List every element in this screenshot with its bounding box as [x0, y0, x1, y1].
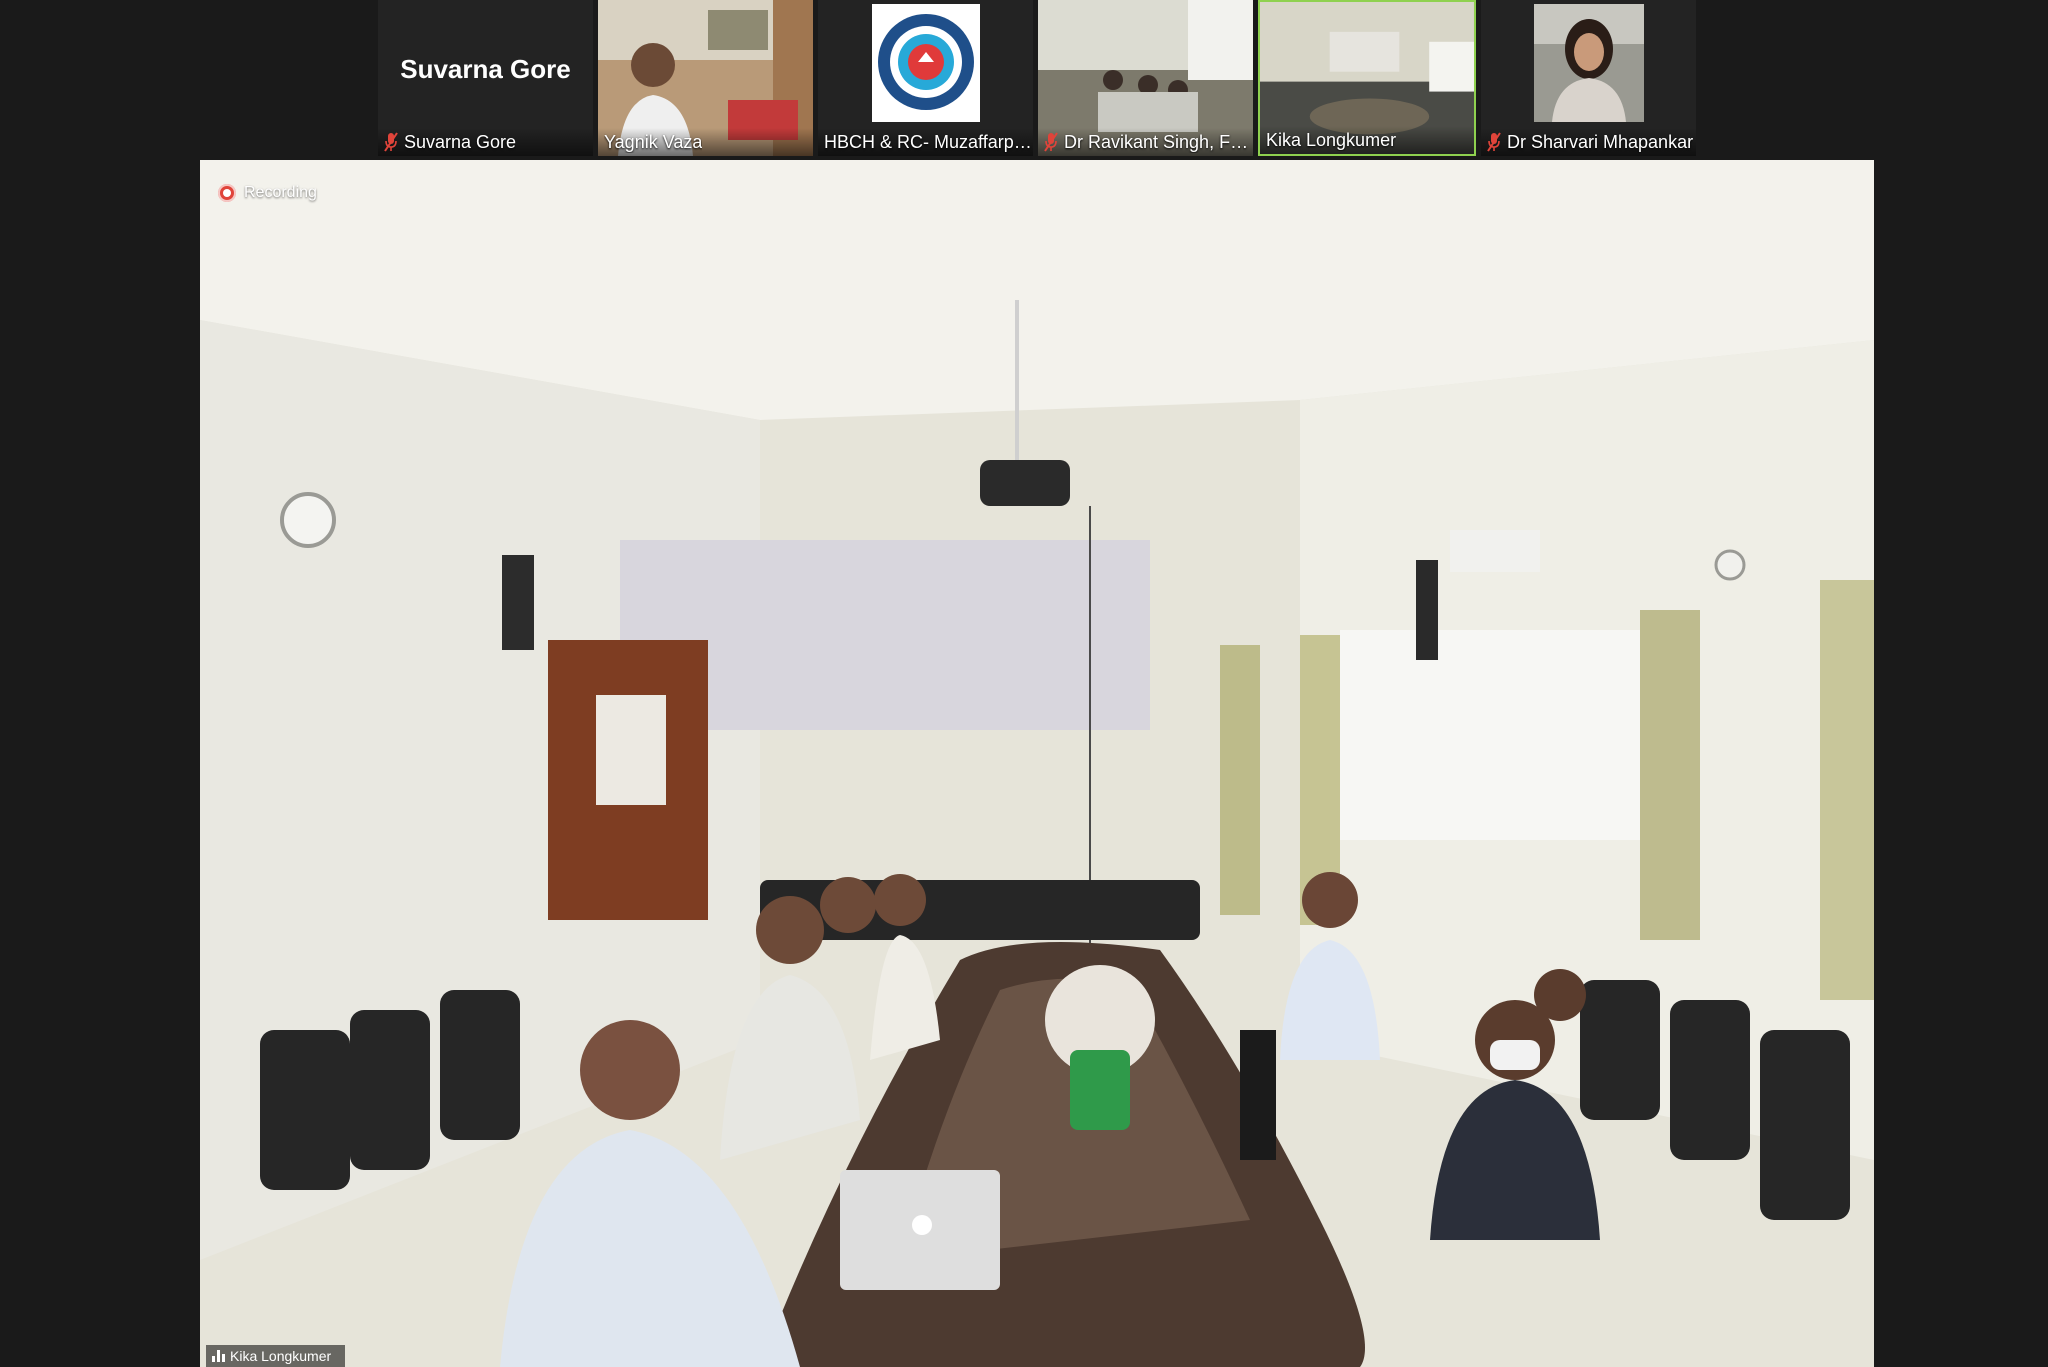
main-speaker-name: Kika Longkumer — [230, 1348, 332, 1364]
main-speaker-name-label: Kika Longkumer — [206, 1345, 346, 1367]
participant-name-label: HBCH & RC- Muzaffarpur ... — [818, 128, 1033, 156]
participant-name: Suvarna Gore — [404, 131, 517, 152]
participant-name-label: Yagnik Vaza — [598, 128, 813, 156]
participant-name: Kika Longkumer — [1266, 129, 1397, 150]
audio-bars-icon — [212, 1350, 225, 1362]
main-speaker-video[interactable]: Recording Kika Longkumer — [200, 160, 1874, 1367]
participant-avatar — [1534, 4, 1644, 122]
record-dot-icon — [218, 184, 236, 202]
mic-muted-icon — [384, 132, 398, 152]
participant-tile-dr-ravikant-singh[interactable]: Dr Ravikant Singh, Fou... — [1038, 0, 1253, 156]
participant-name: Dr Ravikant Singh, Fou... — [1064, 131, 1253, 152]
participant-tile-suvarna-gore[interactable]: Suvarna Gore Suvarna Gore — [378, 0, 593, 156]
participant-tile-dr-sharvari-mhapankar[interactable]: Dr Sharvari Mhapankar — [1481, 0, 1696, 156]
recording-indicator[interactable]: Recording — [218, 184, 317, 202]
participant-strip: Suvarna Gore Suvarna Gore Yagnik Vaza HB… — [378, 0, 1696, 158]
mic-muted-icon — [1044, 132, 1058, 152]
participant-tile-hbch-muzaffarpur[interactable]: HBCH & RC- Muzaffarpur ... — [818, 0, 1033, 156]
participant-name: HBCH & RC- Muzaffarpur ... — [824, 131, 1033, 152]
participant-tile-kika-longkumer[interactable]: Kika Longkumer — [1258, 0, 1476, 156]
participant-name-label: Dr Ravikant Singh, Fou... — [1038, 128, 1253, 156]
conference-room-video — [200, 160, 1874, 1367]
participant-tile-yagnik-vaza[interactable]: Yagnik Vaza — [598, 0, 813, 156]
mic-muted-icon — [1487, 132, 1501, 152]
participant-name: Dr Sharvari Mhapankar — [1507, 131, 1694, 152]
participant-name-label: Suvarna Gore — [378, 128, 593, 156]
participant-display-name: Suvarna Gore — [400, 54, 571, 84]
recording-label: Recording — [244, 184, 317, 201]
participant-name: Yagnik Vaza — [604, 131, 703, 152]
participant-name-label: Dr Sharvari Mhapankar — [1481, 128, 1696, 156]
participant-name-label: Kika Longkumer — [1260, 126, 1474, 154]
hospital-logo-icon — [872, 4, 980, 122]
